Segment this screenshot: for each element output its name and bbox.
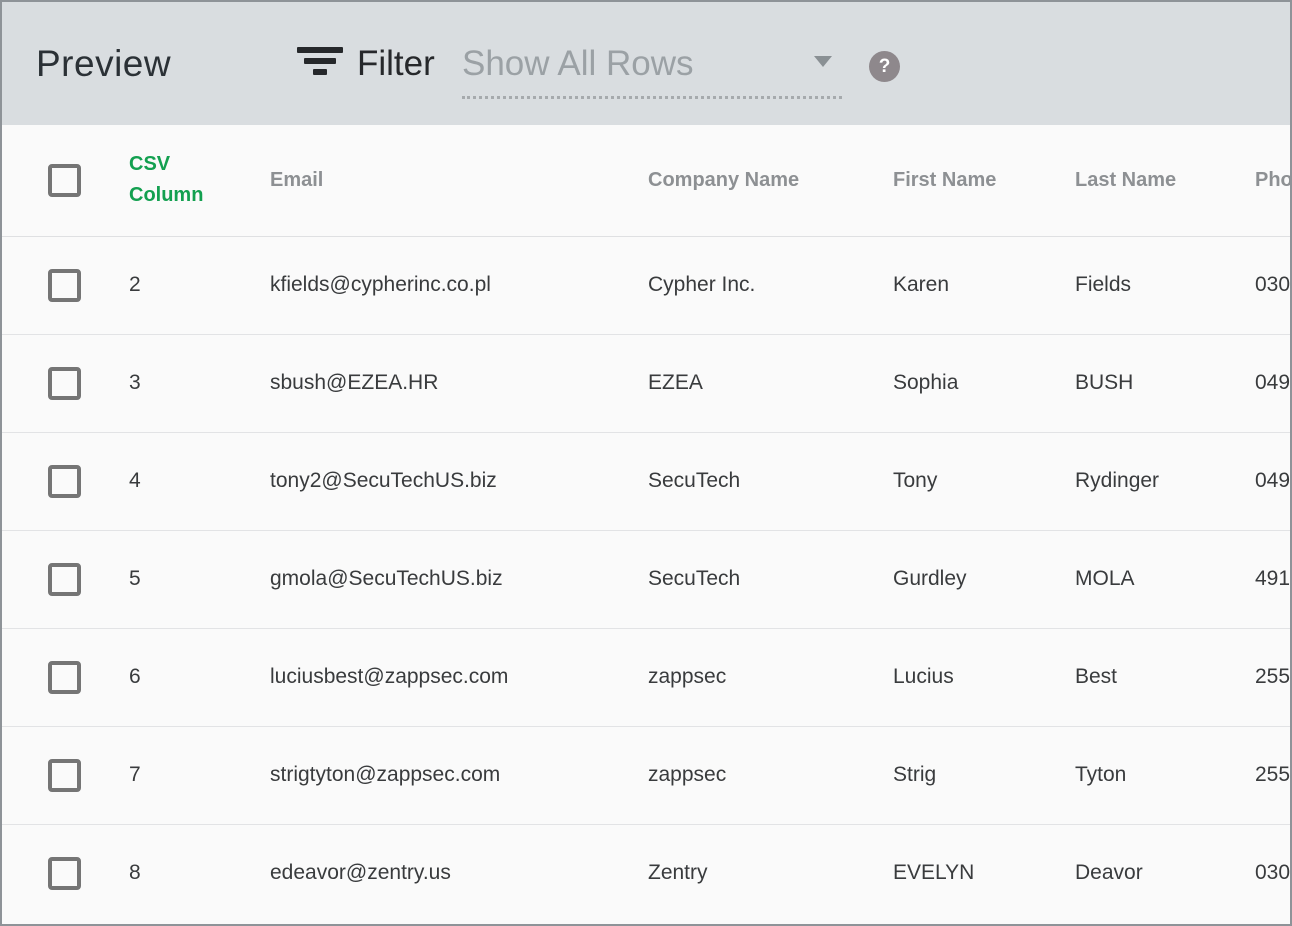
phone-cell: 255 (1255, 628, 1290, 726)
chevron-down-icon (814, 56, 832, 67)
preview-panel: Preview Filter Show All Rows ? CSV Colum… (0, 0, 1292, 926)
first-name-cell: Gurdley (893, 530, 1075, 628)
csv-row-number-cell: 6 (129, 628, 270, 726)
phone-cell: 049 (1255, 432, 1290, 530)
header-phone: Pho (1255, 125, 1290, 236)
email-cell: edeavor@zentry.us (270, 824, 648, 922)
help-icon[interactable]: ? (869, 51, 900, 82)
first-name-cell: Strig (893, 726, 1075, 824)
last-name-cell: MOLA (1075, 530, 1255, 628)
first-name-cell: Sophia (893, 334, 1075, 432)
phone-cell: 255 (1255, 726, 1290, 824)
email-cell: sbush@EZEA.HR (270, 334, 648, 432)
filter-label: Filter (357, 2, 435, 125)
csv-row-number-cell: 2 (129, 236, 270, 334)
table-row: 6 luciusbest@zappsec.com zappsec Lucius … (2, 628, 1290, 726)
email-cell: strigtyton@zappsec.com (270, 726, 648, 824)
company-name-cell: SecuTech (648, 530, 893, 628)
phone-cell: 030 (1255, 824, 1290, 922)
table-row: 5 gmola@SecuTechUS.biz SecuTech Gurdley … (2, 530, 1290, 628)
csv-row-number-cell: 7 (129, 726, 270, 824)
preview-table: CSV Column Email Company Name First Name… (2, 125, 1290, 922)
csv-row-number-cell: 5 (129, 530, 270, 628)
header-company-name: Company Name (648, 125, 893, 236)
last-name-cell: Fields (1075, 236, 1255, 334)
table-row: 7 strigtyton@zappsec.com zappsec Strig T… (2, 726, 1290, 824)
first-name-cell: Lucius (893, 628, 1075, 726)
row-checkbox[interactable] (48, 759, 81, 792)
last-name-cell: BUSH (1075, 334, 1255, 432)
header-email: Email (270, 125, 648, 236)
csv-row-number-cell: 4 (129, 432, 270, 530)
select-all-checkbox[interactable] (48, 164, 81, 197)
row-checkbox[interactable] (48, 563, 81, 596)
table-body: 2 kfields@cypherinc.co.pl Cypher Inc. Ka… (2, 236, 1290, 922)
row-checkbox[interactable] (48, 367, 81, 400)
email-cell: luciusbest@zappsec.com (270, 628, 648, 726)
header-csv-column: CSV Column (129, 125, 270, 236)
first-name-cell: Tony (893, 432, 1075, 530)
header-first-name: First Name (893, 125, 1075, 236)
first-name-cell: EVELYN (893, 824, 1075, 922)
table-row: 8 edeavor@zentry.us Zentry EVELYN Deavor… (2, 824, 1290, 922)
preview-table-container: CSV Column Email Company Name First Name… (2, 125, 1290, 922)
row-checkbox[interactable] (48, 465, 81, 498)
company-name-cell: SecuTech (648, 432, 893, 530)
company-name-cell: Zentry (648, 824, 893, 922)
row-checkbox[interactable] (48, 269, 81, 302)
csv-row-number-cell: 3 (129, 334, 270, 432)
last-name-cell: Best (1075, 628, 1255, 726)
last-name-cell: Deavor (1075, 824, 1255, 922)
row-checkbox[interactable] (48, 661, 81, 694)
company-name-cell: zappsec (648, 628, 893, 726)
last-name-cell: Rydinger (1075, 432, 1255, 530)
company-name-cell: zappsec (648, 726, 893, 824)
first-name-cell: Karen (893, 236, 1075, 334)
email-cell: gmola@SecuTechUS.biz (270, 530, 648, 628)
table-header-row: CSV Column Email Company Name First Name… (2, 125, 1290, 236)
email-cell: kfields@cypherinc.co.pl (270, 236, 648, 334)
toolbar: Preview Filter Show All Rows ? (2, 2, 1290, 125)
last-name-cell: Tyton (1075, 726, 1255, 824)
company-name-cell: EZEA (648, 334, 893, 432)
filter-dropdown-value: Show All Rows (462, 44, 693, 84)
phone-cell: 491 (1255, 530, 1290, 628)
filter-rows-dropdown[interactable]: Show All Rows (462, 32, 842, 99)
phone-cell: 049 (1255, 334, 1290, 432)
table-row: 3 sbush@EZEA.HR EZEA Sophia BUSH 049 (2, 334, 1290, 432)
page-title: Preview (36, 2, 171, 125)
phone-cell: 030 (1255, 236, 1290, 334)
email-cell: tony2@SecuTechUS.biz (270, 432, 648, 530)
table-row: 2 kfields@cypherinc.co.pl Cypher Inc. Ka… (2, 236, 1290, 334)
csv-row-number-cell: 8 (129, 824, 270, 922)
table-row: 4 tony2@SecuTechUS.biz SecuTech Tony Ryd… (2, 432, 1290, 530)
filter-icon (297, 47, 343, 75)
row-checkbox[interactable] (48, 857, 81, 890)
header-last-name: Last Name (1075, 125, 1255, 236)
company-name-cell: Cypher Inc. (648, 236, 893, 334)
